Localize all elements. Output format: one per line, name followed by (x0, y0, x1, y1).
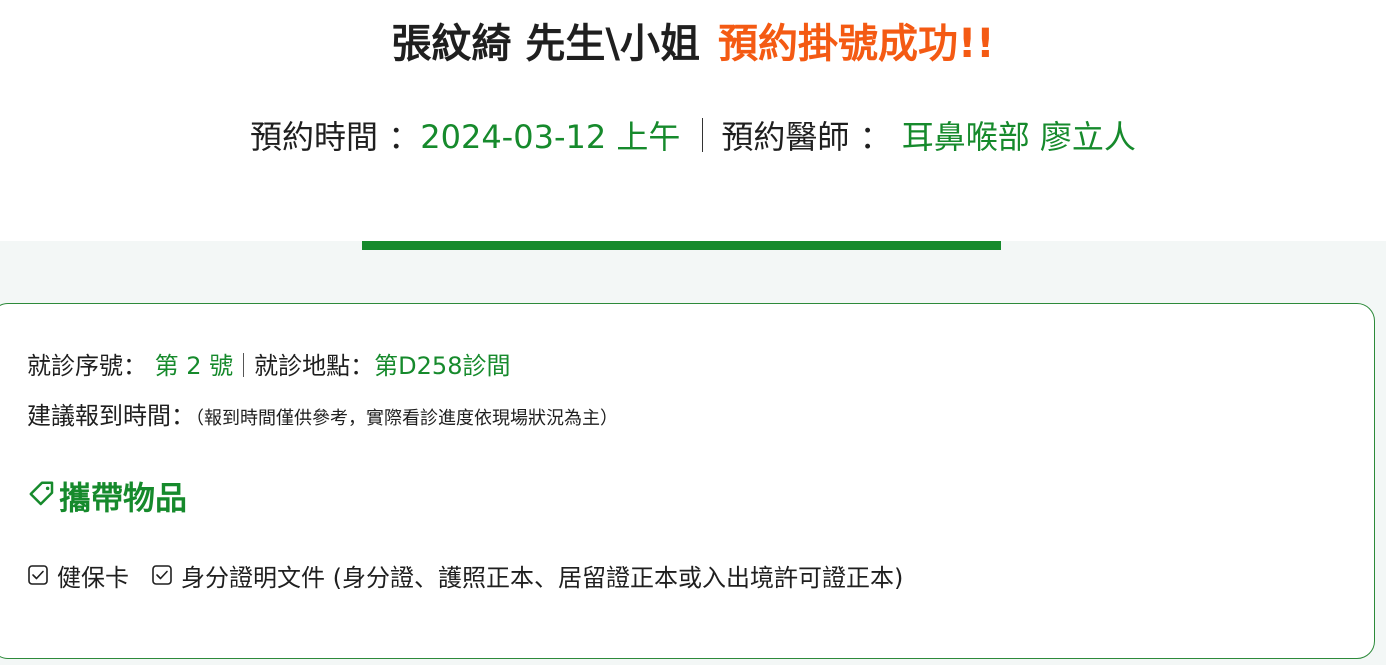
checkin-note: （報到時間僅供參考，實際看診進度依現場狀況為主） (195, 408, 618, 429)
time-label: 預約時間 ： (250, 118, 421, 156)
seq-label: 就診序號： (27, 352, 147, 380)
checkbox-checked-icon (27, 560, 57, 596)
tag-icon (27, 476, 59, 520)
patient-name: 張紋綺 先生\小姐 (391, 21, 701, 67)
page-title: 張紋綺 先生\小姐 預約掛號成功!! (0, 16, 1386, 72)
item-label: 身分證明文件 (身分證、護照正本、居留證正本或入出境許可證正本) (181, 564, 904, 592)
bring-items-list: 健保卡 身分證明文件 (身分證、護照正本、居留證正本或入出境許可證正本) (27, 560, 925, 596)
location-label: 就診地點： (254, 352, 375, 380)
appointment-details-card: 就診序號： 第 2 號就診地點：第D258診間 建議報到時間：（報到時間僅供參考… (0, 303, 1375, 659)
location-value: 第D258診間 (374, 352, 511, 380)
bring-items-title-text: 攜帶物品 (59, 479, 188, 517)
checkbox-checked-icon (151, 560, 181, 596)
list-item: 身分證明文件 (身分證、護照正本、居留證正本或入出境許可證正本) (151, 560, 903, 596)
checkin-label: 建議報到時間： (27, 402, 195, 430)
doctor-value: 耳鼻喉部 廖立人 (901, 118, 1136, 156)
confirmation-header: 張紋綺 先生\小姐 預約掛號成功!! 預約時間 ：2024-03-12 上午 預約醫… (0, 0, 1386, 241)
list-item: 健保卡 (27, 560, 129, 596)
seq-value: 第 2 號 (154, 352, 234, 380)
meta-divider (702, 118, 704, 152)
success-message: 預約掛號成功!! (718, 21, 995, 67)
visit-info-row: 就診序號： 第 2 號就診地點：第D258診間 (27, 348, 510, 384)
item-label: 健保卡 (57, 564, 129, 592)
appointment-meta: 預約時間 ：2024-03-12 上午 預約醫師 ： 耳鼻喉部 廖立人 (0, 114, 1386, 160)
doctor-label: 預約醫師 ： (721, 118, 892, 156)
progress-bar (362, 241, 1001, 250)
time-value: 2024-03-12 上午 (420, 118, 681, 156)
checkin-row: 建議報到時間：（報到時間僅供參考，實際看診進度依現場狀況為主） (27, 398, 618, 437)
info-divider (243, 353, 245, 377)
bring-items-title: 攜帶物品 (27, 476, 187, 520)
